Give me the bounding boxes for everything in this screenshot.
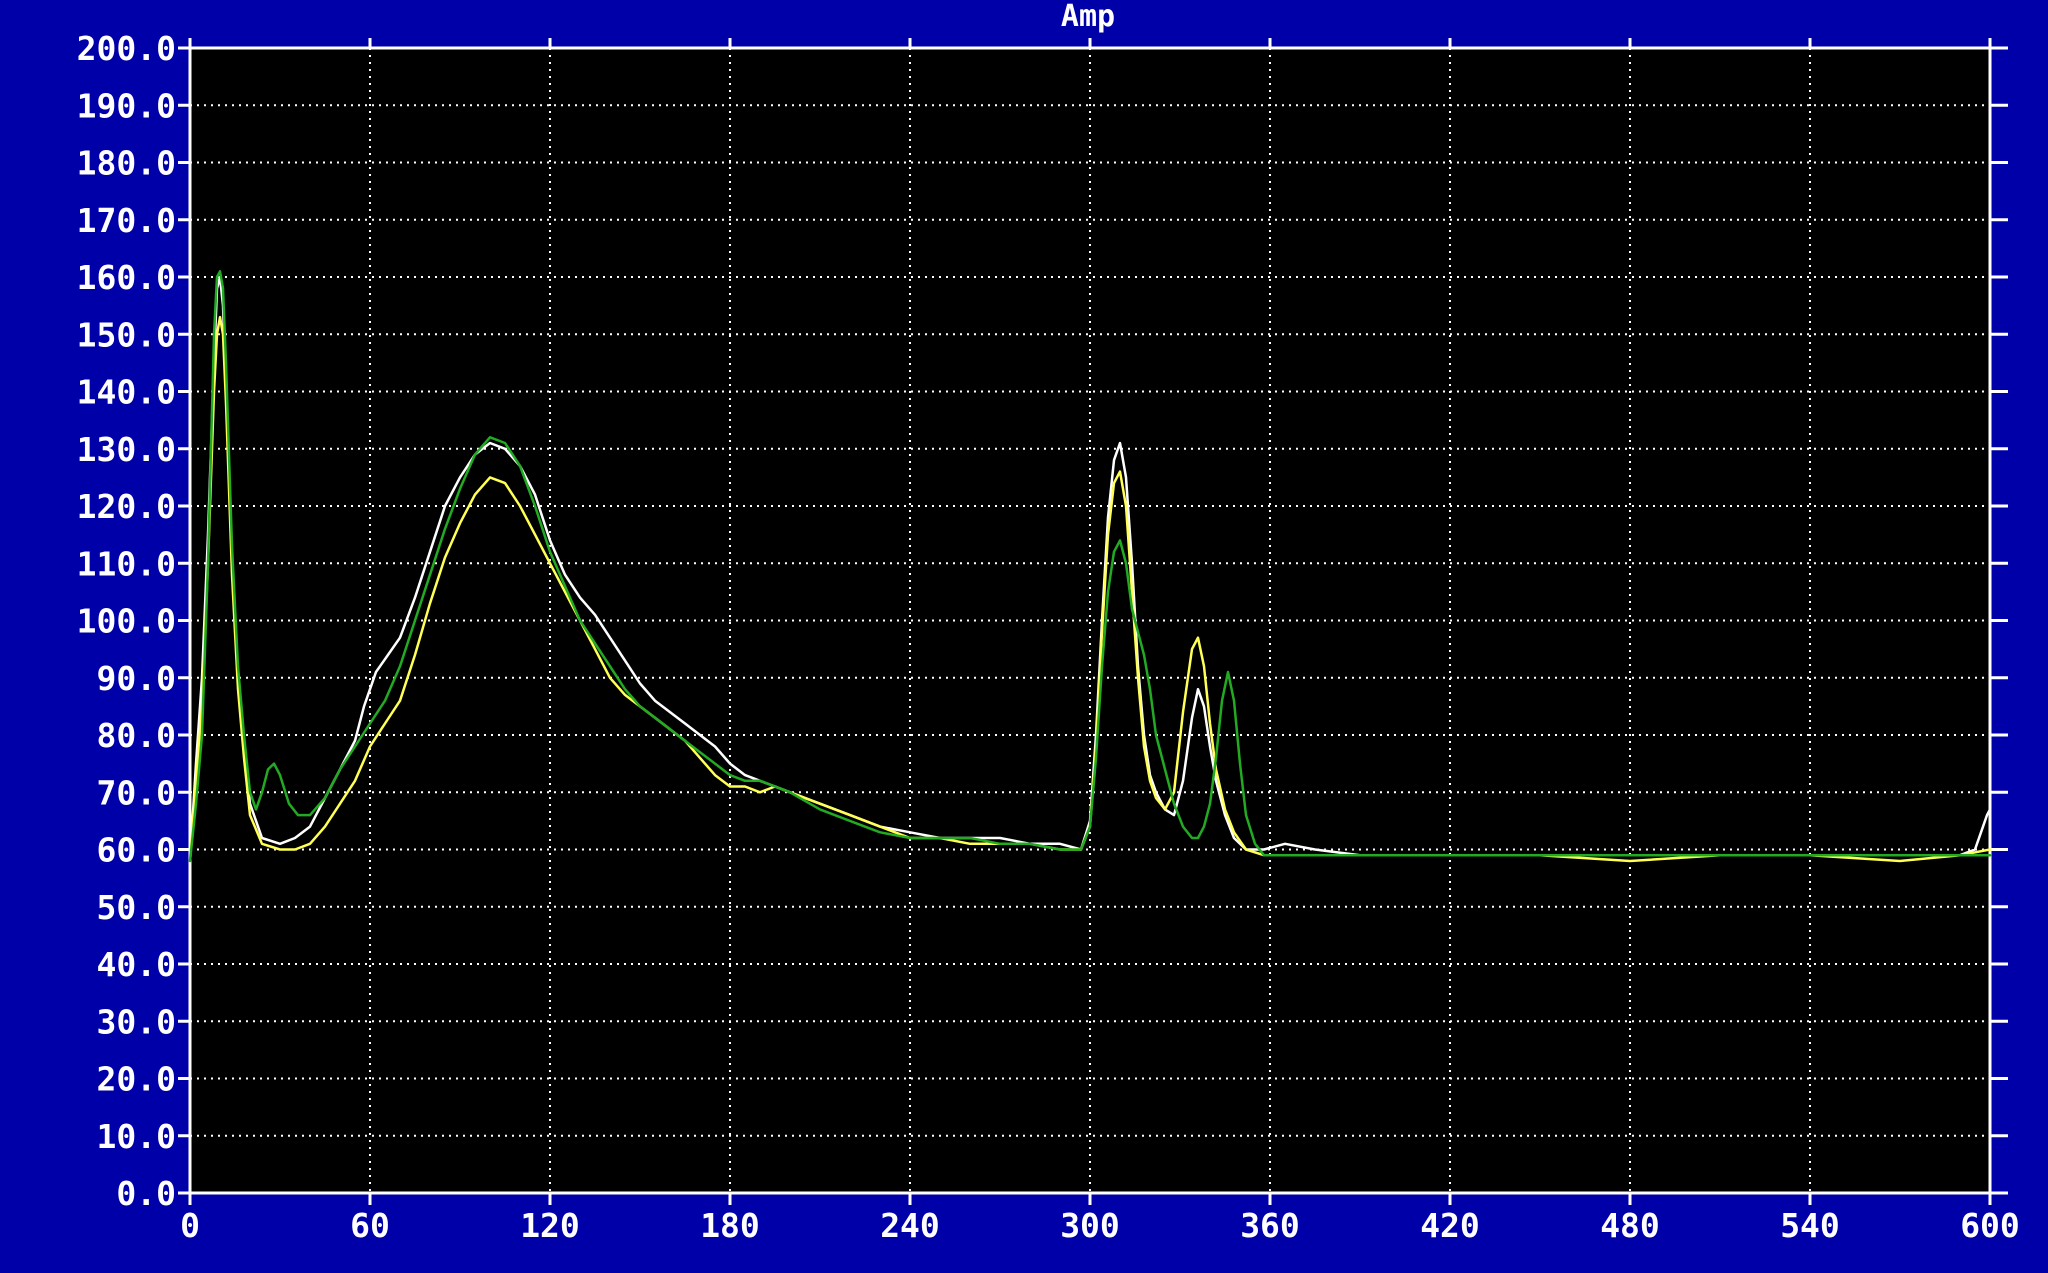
x-tick-label: 420: [1420, 1206, 1480, 1245]
x-tick-label: 240: [880, 1206, 940, 1245]
y-tick-label: 120.0: [77, 487, 176, 526]
y-tick-label: 30.0: [97, 1002, 176, 1041]
y-tick-label: 130.0: [77, 430, 176, 469]
x-tick-label: 60: [350, 1206, 390, 1245]
y-tick-label: 10.0: [97, 1117, 176, 1156]
y-tick-label: 20.0: [97, 1060, 176, 1099]
x-tick-label: 180: [700, 1206, 760, 1245]
y-tick-label: 200.0: [77, 29, 176, 68]
y-tick-label: 190.0: [77, 86, 176, 125]
y-tick-label: 100.0: [77, 602, 176, 641]
x-tick-label: 300: [1060, 1206, 1120, 1245]
x-tick-label: 120: [520, 1206, 580, 1245]
y-tick-label: 170.0: [77, 201, 176, 240]
y-tick-label: 110.0: [77, 544, 176, 583]
x-tick-label: 540: [1780, 1206, 1840, 1245]
y-tick-label: 140.0: [77, 373, 176, 412]
y-tick-label: 90.0: [97, 659, 176, 698]
y-tick-label: 180.0: [77, 144, 176, 183]
chart-title: Amp: [1061, 0, 1115, 34]
x-tick-label: 480: [1600, 1206, 1660, 1245]
y-tick-label: 80.0: [97, 716, 176, 755]
y-tick-label: 150.0: [77, 315, 176, 354]
y-tick-label: 40.0: [97, 945, 176, 984]
y-tick-label: 50.0: [97, 888, 176, 927]
y-tick-label: 0.0: [116, 1174, 176, 1213]
x-tick-label: 0: [180, 1206, 200, 1245]
y-tick-label: 60.0: [97, 831, 176, 870]
y-tick-label: 160.0: [77, 258, 176, 297]
amp-chart: 0 60 120 180 240 300 360 420 480 540 600 0.0 10.0 20.…: [77, 0, 2020, 1245]
y-tick-label: 70.0: [97, 773, 176, 812]
x-tick-label: 600: [1960, 1206, 2020, 1245]
x-tick-label: 360: [1240, 1206, 1300, 1245]
